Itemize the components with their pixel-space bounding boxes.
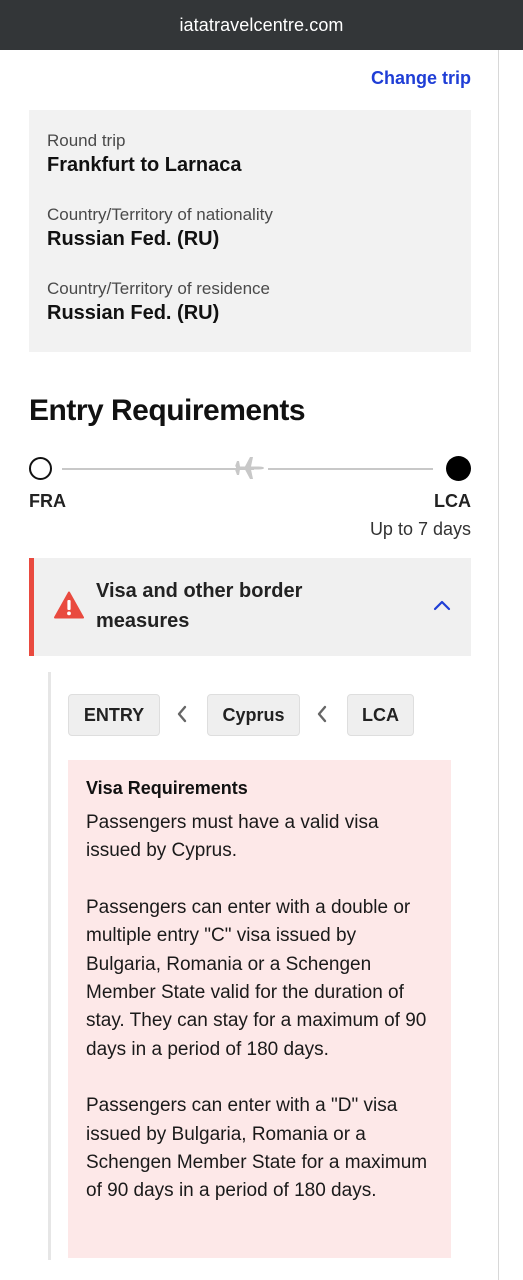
page-title: Entry Requirements bbox=[29, 394, 306, 427]
route-line-right bbox=[268, 468, 433, 470]
plane-icon bbox=[235, 457, 264, 479]
scroll-edge bbox=[498, 50, 499, 1280]
breadcrumb-country[interactable]: Cyprus bbox=[207, 694, 300, 736]
visa-paragraph: Passengers must have a valid visa issued… bbox=[86, 812, 379, 862]
destination-marker bbox=[446, 456, 471, 481]
change-trip-link[interactable]: Change trip bbox=[371, 68, 471, 89]
visa-paragraph: Passengers can enter with a "D" visa iss… bbox=[86, 1095, 428, 1202]
trip-route: Frankfurt to Larnaca bbox=[47, 154, 242, 176]
chevron-up-icon[interactable] bbox=[433, 598, 451, 612]
visa-paragraph: Passengers can enter with a double or mu… bbox=[86, 896, 427, 1060]
destination-code: LCA bbox=[434, 491, 471, 511]
route-timeline bbox=[29, 455, 471, 481]
accordion-title: Visa and other border measures bbox=[96, 580, 303, 632]
stay-duration: Up to 7 days bbox=[369, 519, 471, 539]
url-text[interactable]: iatatravelcentre.com bbox=[179, 15, 343, 36]
detail-rail bbox=[48, 672, 51, 1260]
route-line-left bbox=[62, 468, 254, 470]
nationality-label: Country/Territory of nationality bbox=[47, 205, 273, 224]
browser-address-bar[interactable]: iatatravelcentre.com bbox=[0, 0, 523, 50]
origin-marker bbox=[29, 457, 52, 480]
residence-label: Country/Territory of residence bbox=[47, 279, 270, 298]
breadcrumb-entry[interactable]: ENTRY bbox=[68, 694, 160, 736]
trip-type-label: Round trip bbox=[47, 131, 126, 150]
breadcrumb-airport[interactable]: LCA bbox=[347, 694, 414, 736]
visa-accordion-header[interactable]: Visa and other border measures bbox=[29, 558, 471, 656]
chevron-left-icon bbox=[317, 705, 327, 723]
trip-summary: Round trip Frankfurt to Larnaca Country/… bbox=[29, 110, 471, 352]
chevron-left-icon bbox=[177, 705, 187, 723]
visa-requirements-panel: Visa Requirements Passengers must have a… bbox=[68, 760, 451, 1258]
residence-value: Russian Fed. (RU) bbox=[47, 302, 220, 324]
nationality-value: Russian Fed. (RU) bbox=[47, 228, 220, 250]
origin-code: FRA bbox=[29, 491, 66, 511]
visa-heading: Visa Requirements bbox=[86, 778, 248, 798]
warning-icon bbox=[54, 591, 84, 619]
